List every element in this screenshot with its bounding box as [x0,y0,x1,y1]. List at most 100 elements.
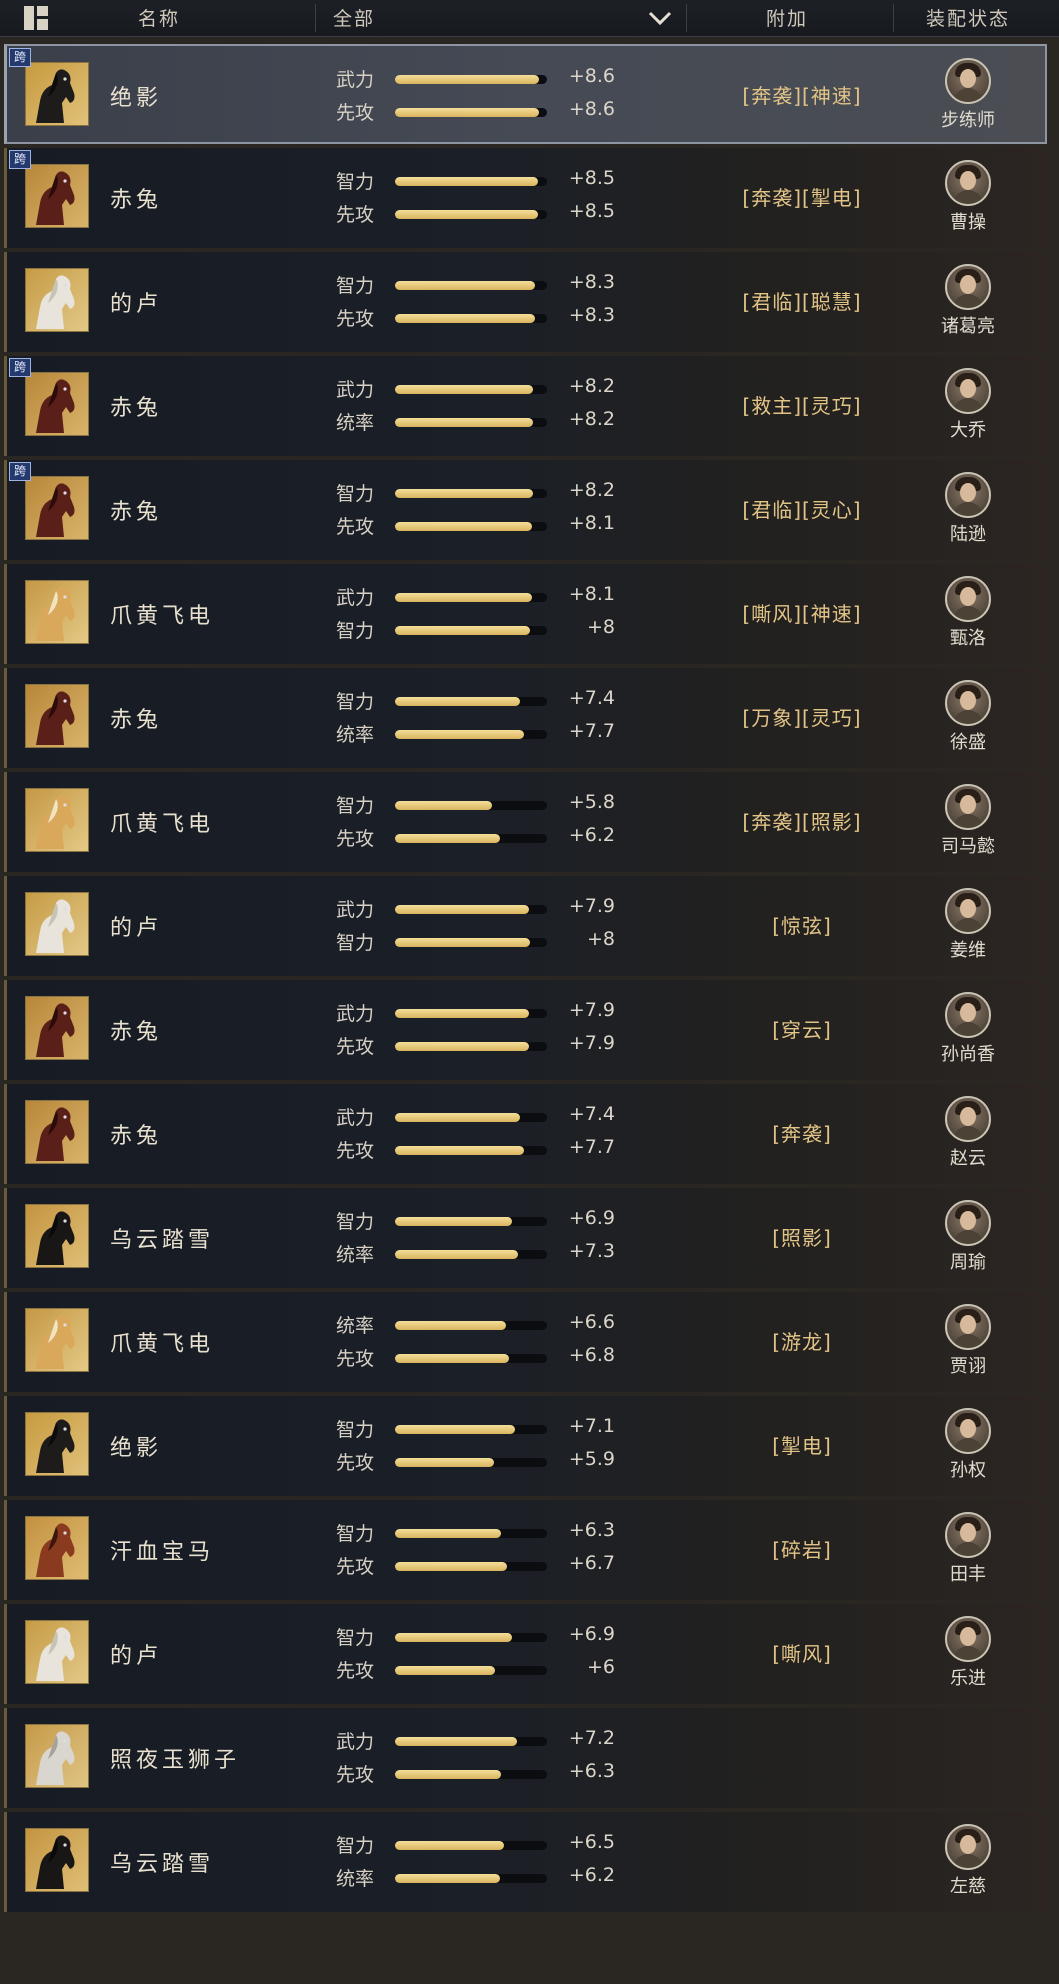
horse-row[interactable]: 的卢 智力 +6.9 先攻 +6 [嘶风] 乐进 [4,1604,1047,1704]
stat-2-label: 统率 [336,724,375,746]
stat-1-bar-fill [395,281,535,290]
stat-1-bar-fill [395,801,492,810]
general-avatar[interactable] [945,264,991,310]
general-avatar[interactable] [945,472,991,518]
general-avatar[interactable] [945,1408,991,1454]
equipped-general-name: 甄洛 [950,628,986,649]
stat-1-label: 武力 [336,1107,375,1129]
general-avatar[interactable] [945,58,991,104]
horse-icon [36,587,75,641]
bonus-skills: [万象][灵巧] [742,706,862,730]
stat-1-value: +8.2 [568,479,615,501]
stat-1-value: +6.9 [568,1623,615,1645]
equipped-general-name: 孙权 [950,1460,986,1481]
horse-row[interactable]: 爪黄飞电 统率 +6.6 先攻 +6.8 [游龙] 贾诩 [4,1292,1047,1392]
stat-1-bar [395,697,547,706]
column-header-name[interactable]: 名称 [138,4,180,31]
horse-row[interactable]: 的卢 智力 +8.3 先攻 +8.3 [君临][聪慧] 诸葛亮 [4,252,1047,352]
general-avatar[interactable] [945,1096,991,1142]
stat-1-label: 武力 [336,587,375,609]
horse-name: 爪黄飞电 [110,604,215,629]
horse-row[interactable]: 的卢 武力 +7.9 智力 +8 [惊弦] 姜维 [4,876,1047,976]
horse-portrait [25,788,89,852]
horse-row[interactable]: 跨赤兔 武力 +8.2 统率 +8.2 [救主][灵巧] 大乔 [4,356,1047,456]
grid-view-icon[interactable] [24,6,48,30]
horse-name: 绝影 [110,86,163,111]
stat-1-value: +7.1 [568,1415,615,1437]
equipped-general-name: 周瑜 [950,1252,986,1273]
stat-2-bar-fill [395,730,524,739]
stat-2-bar [395,730,547,739]
general-avatar[interactable] [945,680,991,726]
general-avatar[interactable] [945,1616,991,1662]
stat-1-label: 智力 [336,1523,375,1545]
horse-row[interactable]: 爪黄飞电 武力 +8.1 智力 +8 [嘶风][神速] 甄洛 [4,564,1047,664]
stat-1-bar [395,177,547,186]
horse-portrait [25,1724,89,1788]
stat-2-bar-fill [395,1874,500,1883]
stat-2-bar [395,418,547,427]
attribute-filter-value[interactable]: 全部 [333,4,375,31]
stat-1-bar [395,1009,547,1018]
stat-1-bar-fill [395,593,532,602]
list-footer [0,1915,1059,1984]
horse-name: 乌云踏雪 [110,1852,215,1877]
column-header-bonus[interactable]: 附加 [766,4,808,31]
stat-1-value: +6.3 [568,1519,615,1541]
stat-2-bar-fill [395,1770,501,1779]
horse-row[interactable]: 爪黄飞电 智力 +5.8 先攻 +6.2 [奔袭][照影] 司马懿 [4,772,1047,872]
stat-2-label: 智力 [336,932,375,954]
stat-2-value: +7.7 [568,720,615,742]
stat-1-bar [395,1633,547,1642]
general-avatar[interactable] [945,160,991,206]
column-header-equip-status[interactable]: 装配状态 [926,4,1010,31]
horse-row[interactable]: 赤兔 武力 +7.9 先攻 +7.9 [穿云] 孙尚香 [4,980,1047,1080]
horse-row[interactable]: 汗血宝马 智力 +6.3 先攻 +6.7 [碎岩] 田丰 [4,1500,1047,1600]
horse-row[interactable]: 照夜玉狮子 武力 +7.2 先攻 +6.3 [4,1708,1047,1808]
horse-row[interactable]: 乌云踏雪 智力 +6.5 统率 +6.2 左慈 [4,1812,1047,1912]
horse-row[interactable]: 跨绝影 武力 +8.6 先攻 +8.6 [奔袭][神速] 步练师 [4,44,1047,144]
horse-portrait [25,996,89,1060]
stat-1-bar-fill [395,697,520,706]
stat-1-value: +5.8 [568,791,615,813]
cross-server-badge: 跨 [9,150,31,169]
stat-1-label: 智力 [336,1211,375,1233]
horse-row[interactable]: 赤兔 智力 +7.4 统率 +7.7 [万象][灵巧] 徐盛 [4,668,1047,768]
stat-1-bar [395,489,547,498]
bonus-skills: [游龙] [772,1330,832,1354]
stat-1-label: 智力 [336,691,375,713]
general-avatar[interactable] [945,576,991,622]
horse-portrait [25,62,89,126]
stat-2-bar [395,108,547,117]
equipped-general-name: 陆逊 [950,524,986,545]
general-avatar[interactable] [945,1512,991,1558]
header-divider [686,4,687,32]
general-avatar[interactable] [945,1304,991,1350]
chevron-down-icon[interactable] [648,10,672,26]
bonus-skills: [奔袭][照影] [742,810,862,834]
stat-2-label: 先攻 [336,1660,375,1682]
horse-row[interactable]: 绝影 智力 +7.1 先攻 +5.9 [掣电] 孙权 [4,1396,1047,1496]
stat-1-label: 智力 [336,483,375,505]
horse-row[interactable]: 乌云踏雪 智力 +6.9 统率 +7.3 [照影] 周瑜 [4,1188,1047,1288]
stat-2-label: 先攻 [336,308,375,330]
horse-row[interactable]: 赤兔 武力 +7.4 先攻 +7.7 [奔袭] 赵云 [4,1084,1047,1184]
general-avatar[interactable] [945,992,991,1038]
horse-icon [36,691,75,745]
general-avatar[interactable] [945,784,991,830]
horse-row[interactable]: 跨赤兔 智力 +8.5 先攻 +8.5 [奔袭][掣电] 曹操 [4,148,1047,248]
general-avatar[interactable] [945,1824,991,1870]
general-avatar[interactable] [945,1200,991,1246]
bonus-skills: [掣电] [772,1434,832,1458]
general-avatar[interactable] [945,368,991,414]
horse-portrait [25,1516,89,1580]
horse-row[interactable]: 跨赤兔 智力 +8.2 先攻 +8.1 [君临][灵心] 陆逊 [4,460,1047,560]
bonus-skills: [奔袭][神速] [742,84,862,108]
bonus-skills: [奔袭][掣电] [742,186,862,210]
general-avatar[interactable] [945,888,991,934]
stat-2-value: +6.2 [568,824,615,846]
horse-icon [36,1003,75,1057]
horse-name: 赤兔 [110,188,163,213]
stat-2-bar [395,210,547,219]
stat-2-value: +8.1 [568,512,615,534]
